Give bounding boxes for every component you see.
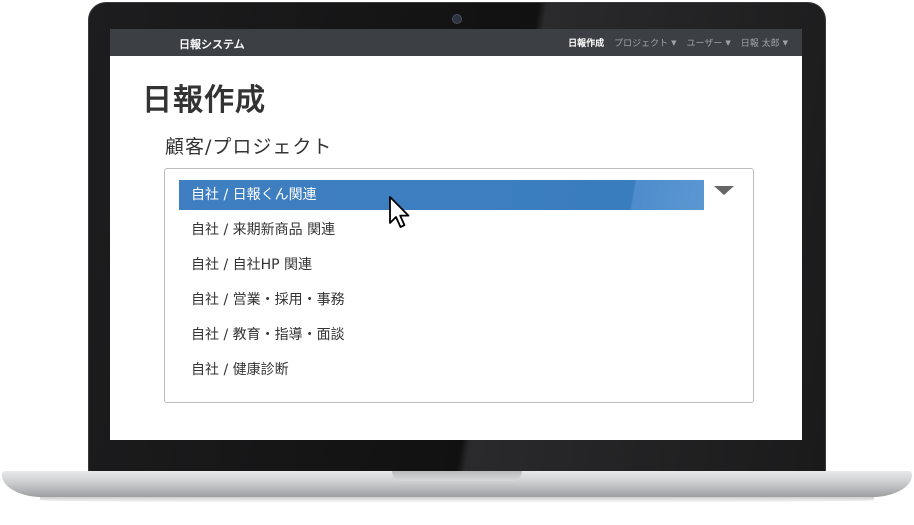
page-title: 日報作成 — [142, 83, 266, 118]
nav-item-label: 日報 太郎 — [740, 39, 780, 49]
caret-down-icon: ▼ — [671, 39, 677, 47]
nav-item-label: 日報作成 — [568, 39, 605, 49]
navbar: 日報システム 日報作成 プロジェクト ▼ ユーザー ▼ 日報 太郎 ▼ — [110, 29, 802, 56]
nav-item-label: ユーザー — [686, 39, 723, 49]
laptop-notch — [392, 471, 522, 481]
select-option[interactable]: 自社 / 営業・採用・事務 — [179, 285, 345, 315]
caret-down-icon: ▼ — [725, 39, 731, 47]
nav-menu: 日報作成 プロジェクト ▼ ユーザー ▼ 日報 太郎 ▼ — [568, 36, 788, 49]
caret-down-icon: ▼ — [782, 39, 788, 47]
nav-item-project[interactable]: プロジェクト ▼ — [614, 36, 676, 49]
nav-item-report-create[interactable]: 日報作成 — [568, 36, 604, 49]
laptop-shadow — [40, 497, 874, 503]
nav-item-account[interactable]: 日報 太郎 ▼ — [741, 36, 788, 49]
nav-item-user[interactable]: ユーザー ▼ — [687, 36, 731, 49]
dropdown-arrow-icon[interactable] — [714, 186, 734, 195]
select-option[interactable]: 自社 / 日報くん関連 — [179, 180, 704, 210]
select-option[interactable]: 自社 / 自社HP 関連 — [179, 250, 312, 280]
select-option[interactable]: 自社 / 健康診断 — [179, 355, 289, 385]
app-screen: 日報システム 日報作成 プロジェクト ▼ ユーザー ▼ 日報 太郎 ▼ 日報作成 顧客… — [110, 29, 802, 440]
select-option[interactable]: 自社 / 来期新商品 関連 — [179, 215, 335, 245]
brand-link[interactable]: 日報システム — [179, 36, 245, 52]
field-label: 顧客/プロジェクト — [165, 136, 333, 158]
mouse-cursor-icon — [389, 196, 410, 228]
camera-icon — [452, 14, 462, 24]
select-option[interactable]: 自社 / 教育・指導・面談 — [179, 320, 345, 350]
nav-item-label: プロジェクト — [614, 39, 669, 49]
